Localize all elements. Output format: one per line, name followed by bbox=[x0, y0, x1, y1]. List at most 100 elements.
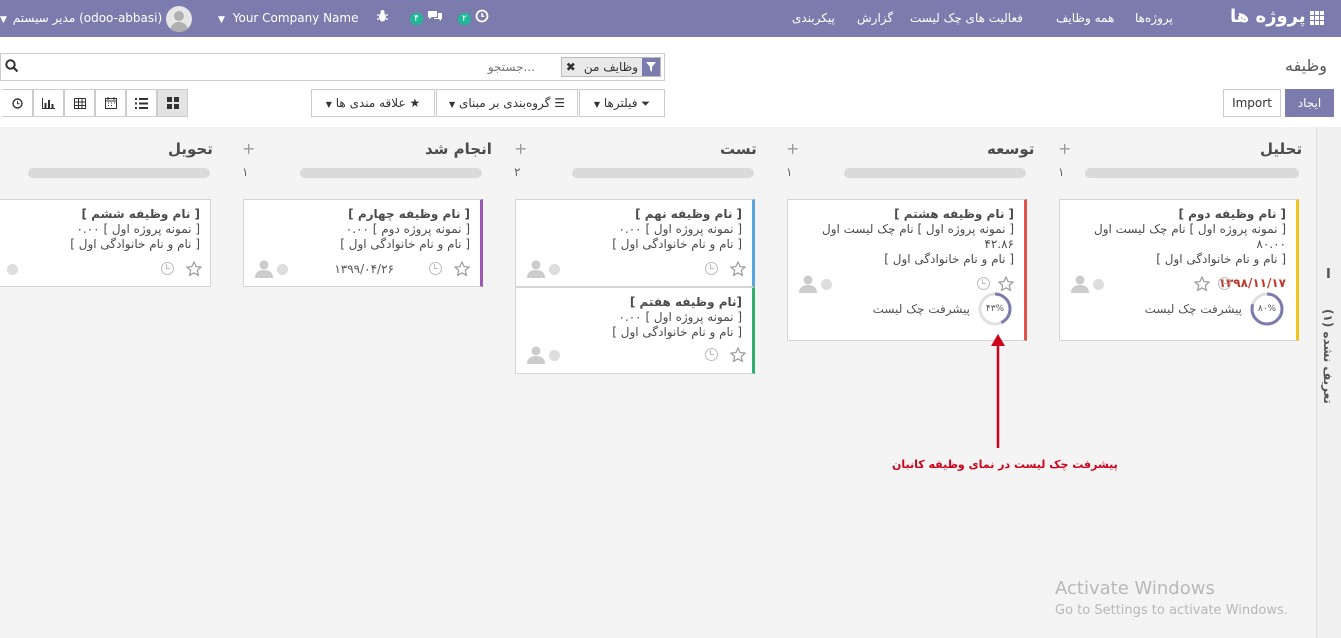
star-icon[interactable] bbox=[186, 261, 202, 277]
list-icon: ☰ bbox=[554, 96, 565, 110]
messaging-menu[interactable]: ۴ bbox=[410, 9, 443, 25]
import-button[interactable]: Import bbox=[1223, 89, 1281, 117]
kanban-card[interactable]: [ نام وظیفه چهارم ] [ نمونه پروژه دوم ] … bbox=[243, 199, 483, 287]
calendar-view-button[interactable] bbox=[95, 89, 126, 117]
activity-view-button[interactable] bbox=[2, 89, 33, 117]
activity-clock-icon[interactable] bbox=[429, 262, 442, 275]
card-value: ۸۰.۰۰ bbox=[1256, 237, 1286, 251]
kanban-card[interactable]: [ نام وظیفه هشتم ] [ نمونه پروژه اول ] ن… bbox=[787, 199, 1027, 341]
column-title-test[interactable]: تست bbox=[720, 140, 757, 158]
star-icon[interactable] bbox=[454, 261, 470, 277]
column-count: ۲ bbox=[514, 165, 521, 179]
column-progress-bar bbox=[28, 168, 210, 178]
card-title: [ نام وظیفه نهم ] bbox=[635, 207, 742, 221]
user-avatar[interactable] bbox=[166, 6, 192, 32]
search-facet: ✖ وظایف من bbox=[560, 57, 661, 77]
checklist-progress-label: پیشرفت چک لیست bbox=[872, 302, 970, 316]
kanban-card[interactable]: [نام وظیفه هفتم ] [ نمونه پروژه اول ] ۰.… bbox=[515, 287, 755, 374]
star-icon[interactable] bbox=[1194, 276, 1210, 292]
status-dot[interactable] bbox=[7, 264, 18, 275]
column-progress-bar bbox=[572, 168, 754, 178]
user-avatar-icon bbox=[527, 260, 545, 278]
star-icon[interactable] bbox=[730, 347, 746, 363]
activity-clock-icon[interactable] bbox=[705, 262, 718, 275]
column-title-delivery[interactable]: تحویل bbox=[168, 140, 213, 158]
menu-checklist-activities[interactable]: فعالیت های چک لیست bbox=[910, 11, 1023, 25]
kanban-card[interactable]: [ نام وظیفه ششم ] [ نمونه پروژه اول ] ۰.… bbox=[0, 199, 211, 287]
checklist-progress-text: ۸۰% bbox=[1257, 304, 1277, 314]
folded-column-count: I bbox=[1326, 267, 1331, 282]
search-input[interactable] bbox=[25, 57, 535, 77]
annotation-arrow-icon bbox=[991, 334, 1005, 448]
status-dot[interactable] bbox=[549, 264, 560, 275]
checklist-progress-text: ۴۳% bbox=[985, 304, 1005, 314]
caret-down-icon: ▼ bbox=[449, 100, 456, 109]
column-title-development[interactable]: توسعه bbox=[987, 140, 1034, 158]
groupby-button[interactable]: ▼ گروه‌بندی بر مبنای ☰ bbox=[436, 89, 578, 117]
checklist-progress-label: پیشرفت چک لیست bbox=[1144, 302, 1242, 316]
add-card-icon[interactable]: + bbox=[514, 139, 527, 158]
breadcrumb: وظیفه bbox=[1285, 56, 1327, 75]
company-switcher[interactable]: ▼ Your Company Name bbox=[218, 11, 359, 25]
add-card-icon[interactable]: + bbox=[242, 139, 255, 158]
list-view-button[interactable] bbox=[126, 89, 157, 117]
activity-menu[interactable]: ۲ bbox=[458, 9, 489, 25]
user-menu[interactable]: ▼ مدیر سیستم (odoo-abbasi) bbox=[0, 11, 162, 25]
apps-menu-icon[interactable] bbox=[1310, 11, 1324, 25]
card-value: ۴۲.۸۶ bbox=[984, 237, 1014, 251]
card-assignee: [ نام و نام خانوادگی اول ] bbox=[70, 237, 200, 251]
create-button[interactable]: ایجاد bbox=[1285, 89, 1334, 117]
status-dot[interactable] bbox=[821, 279, 832, 290]
search-bar: ✖ وظایف من bbox=[0, 53, 665, 81]
annotation-text: پیشرفت چک لیست در نمای وظیفه کانبان bbox=[892, 458, 1118, 471]
top-navbar: پروژه ها پروژه‌ها همه وظایف فعالیت های چ… bbox=[0, 0, 1341, 37]
kanban-view-button[interactable] bbox=[157, 89, 188, 117]
card-assignee: [ نام و نام خانوادگی اول ] bbox=[612, 325, 742, 339]
activity-clock-icon[interactable] bbox=[705, 348, 718, 361]
card-assignee: [ نام و نام خانوادگی اول ] bbox=[884, 252, 1014, 266]
status-dot[interactable] bbox=[549, 350, 560, 361]
card-project: [ نمونه پروژه اول ] نام چک لیست اول bbox=[1093, 222, 1286, 236]
add-card-icon[interactable]: + bbox=[786, 139, 799, 158]
menu-reporting[interactable]: گزارش bbox=[857, 11, 893, 25]
facet-label: وظایف من bbox=[579, 58, 642, 76]
remove-facet-icon[interactable]: ✖ bbox=[561, 58, 580, 76]
status-dot[interactable] bbox=[1093, 279, 1104, 290]
clock-icon bbox=[475, 9, 489, 23]
calendar-icon bbox=[104, 97, 117, 109]
favorites-button[interactable]: ▼ علاقه مندی ها ★ bbox=[311, 89, 435, 117]
card-title: [نام وظیفه هفتم ] bbox=[629, 295, 742, 309]
activity-clock-icon[interactable] bbox=[161, 262, 174, 275]
menu-projects[interactable]: پروژه‌ها bbox=[1135, 11, 1173, 25]
caret-down-icon: ▼ bbox=[218, 15, 225, 25]
messages-badge: ۴ bbox=[410, 13, 423, 25]
card-deadline: ۱۳۹۹/۰۴/۲۶ bbox=[334, 262, 394, 276]
star-icon[interactable] bbox=[730, 261, 746, 277]
chat-icon bbox=[427, 11, 442, 21]
status-dot[interactable] bbox=[277, 264, 288, 275]
star-icon[interactable] bbox=[998, 276, 1014, 292]
column-title-done[interactable]: انجام شد bbox=[425, 140, 492, 158]
filters-button[interactable]: ▼ فیلترها ⏷ bbox=[579, 89, 665, 117]
kanban-card[interactable]: [ نام وظیفه نهم ] [ نمونه پروژه اول ] ۰.… bbox=[515, 199, 755, 287]
pivot-view-button[interactable] bbox=[64, 89, 95, 117]
card-assignee: [ نام و نام خانوادگی اول ] bbox=[340, 237, 470, 251]
user-avatar-icon bbox=[1071, 275, 1089, 293]
groupby-label: گروه‌بندی بر مبنای bbox=[459, 96, 551, 110]
activity-clock-icon[interactable] bbox=[1218, 277, 1231, 290]
card-assignee: [ نام و نام خانوادگی اول ] bbox=[1156, 252, 1286, 266]
kanban-card[interactable]: [ نام وظیفه دوم ] [ نمونه پروژه اول ] نا… bbox=[1059, 199, 1299, 341]
column-title-analysis[interactable]: تحلیل bbox=[1260, 140, 1302, 158]
activity-clock-icon[interactable] bbox=[977, 277, 990, 290]
menu-configuration[interactable]: پیکربندی bbox=[792, 11, 835, 25]
menu-all-tasks[interactable]: همه وظایف bbox=[1056, 11, 1114, 25]
card-title: [ نام وظیفه چهارم ] bbox=[348, 207, 470, 221]
card-project: [ نمونه پروژه اول ] نام چک لیست اول bbox=[821, 222, 1014, 236]
folded-column-undefined[interactable]: I تعریف نشده (۱) bbox=[1316, 127, 1341, 638]
debug-menu[interactable] bbox=[376, 9, 389, 26]
search-icon[interactable] bbox=[5, 59, 19, 73]
column-progress-bar bbox=[844, 168, 1026, 178]
graph-view-button[interactable] bbox=[33, 89, 64, 117]
add-card-icon[interactable]: + bbox=[1058, 139, 1071, 158]
folded-column-label: تعریف نشده (۱) bbox=[1321, 309, 1335, 404]
